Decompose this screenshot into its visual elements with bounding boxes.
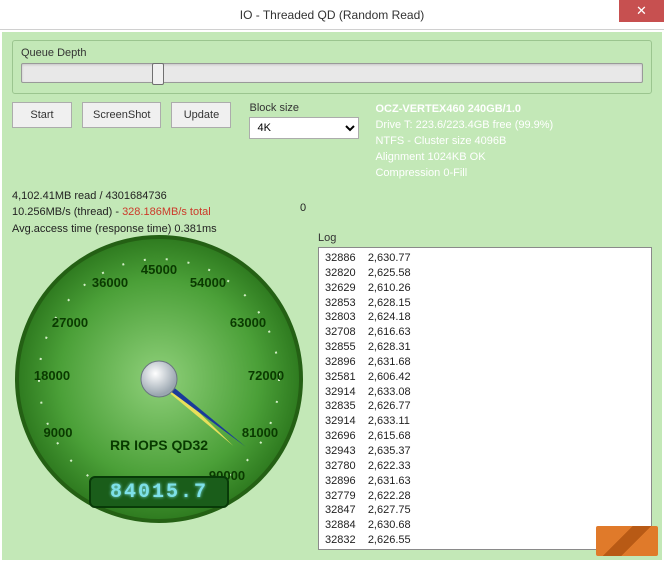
svg-text:18000: 18000 [34, 368, 70, 383]
svg-text:63000: 63000 [230, 315, 266, 330]
svg-text:9000: 9000 [44, 425, 73, 440]
queue-depth-group: Queue Depth [12, 40, 652, 94]
drive-alignment: Alignment 1024KB OK [375, 150, 553, 166]
svg-text:45000: 45000 [141, 262, 177, 277]
slider-thumb[interactable] [152, 63, 164, 85]
window-titlebar: IO - Threaded QD (Random Read) ✕ [0, 0, 664, 30]
svg-text:36000: 36000 [92, 275, 128, 290]
screenshot-button[interactable]: ScreenShot [82, 102, 161, 128]
stats-zero: 0 [300, 202, 306, 214]
close-button[interactable]: ✕ [619, 0, 664, 22]
bottom-row: 9000 18000 27000 36000 45000 54000 63000… [12, 232, 652, 550]
window-title: IO - Threaded QD (Random Read) [240, 8, 425, 22]
gauge: 9000 18000 27000 36000 45000 54000 63000… [12, 232, 306, 526]
block-size-label: Block size [249, 102, 359, 114]
log-label: Log [318, 232, 652, 244]
queue-depth-slider[interactable] [21, 63, 643, 83]
drive-info-block: OCZ-VERTEX460 240GB/1.0 Drive T: 223.6/2… [375, 102, 553, 182]
start-button[interactable]: Start [12, 102, 72, 128]
svg-text:81000: 81000 [242, 425, 278, 440]
drive-name: OCZ-VERTEX460 240GB/1.0 [375, 102, 553, 118]
stats-throughput: 10.256MB/s (thread) - 328.186MB/s total [12, 204, 652, 221]
log-panel: Log 32886 2,630.77 32820 2,625.58 32629 … [318, 232, 652, 550]
drive-free: Drive T: 223.6/223.4GB free (99.9%) [375, 118, 553, 134]
queue-depth-label: Queue Depth [21, 47, 643, 59]
controls-row: Start ScreenShot Update Block size 4K OC… [12, 102, 652, 182]
stats-read: 4,102.41MB read / 4301684736 [12, 188, 652, 205]
gauge-readout: 84015.7 [89, 476, 229, 508]
drive-compression: Compression 0-Fill [375, 166, 553, 182]
block-size-select[interactable]: 4K [249, 117, 359, 139]
brand-logo-icon [596, 526, 658, 556]
drive-fs: NTFS - Cluster size 4096B [375, 134, 553, 150]
update-button[interactable]: Update [171, 102, 231, 128]
svg-text:54000: 54000 [190, 275, 226, 290]
gauge-label: RR IOPS QD32 [110, 437, 208, 453]
svg-text:72000: 72000 [248, 368, 284, 383]
log-textbox[interactable]: 32886 2,630.77 32820 2,625.58 32629 2,61… [318, 247, 652, 550]
svg-text:27000: 27000 [52, 315, 88, 330]
stats-block: 4,102.41MB read / 4301684736 10.256MB/s … [12, 188, 652, 238]
main-panel: Queue Depth Start ScreenShot Update Bloc… [2, 32, 662, 560]
block-size-group: Block size 4K [249, 102, 359, 139]
